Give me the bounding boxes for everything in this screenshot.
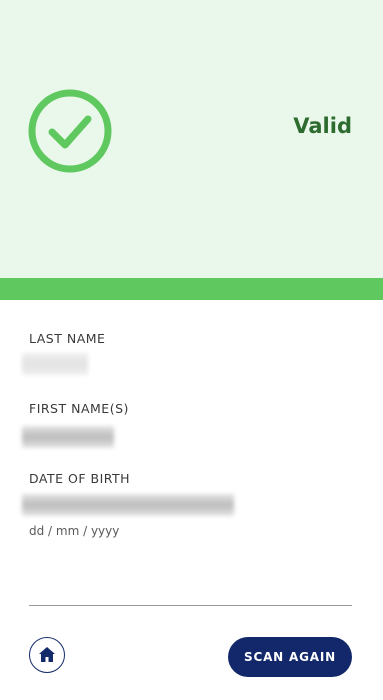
home-button[interactable] bbox=[29, 637, 65, 673]
last-name-value-redacted bbox=[22, 353, 88, 375]
last-name-label: LAST NAME bbox=[29, 331, 106, 346]
date-of-birth-value-redacted bbox=[22, 494, 234, 516]
scan-again-button[interactable]: SCAN AGAIN bbox=[228, 637, 352, 677]
date-format-hint: dd / mm / yyyy bbox=[29, 524, 120, 538]
date-of-birth-label: DATE OF BIRTH bbox=[29, 471, 131, 486]
status-stripe bbox=[0, 278, 383, 300]
first-names-value-redacted bbox=[22, 426, 114, 448]
status-panel: Valid bbox=[0, 0, 383, 278]
first-names-label: FIRST NAME(S) bbox=[29, 401, 129, 416]
home-icon bbox=[39, 647, 55, 662]
status-label: Valid bbox=[293, 114, 352, 138]
divider bbox=[29, 605, 352, 606]
check-circle-icon bbox=[28, 89, 112, 173]
verification-result-screen: Valid LAST NAME FIRST NAME(S) DATE OF BI… bbox=[0, 0, 383, 700]
